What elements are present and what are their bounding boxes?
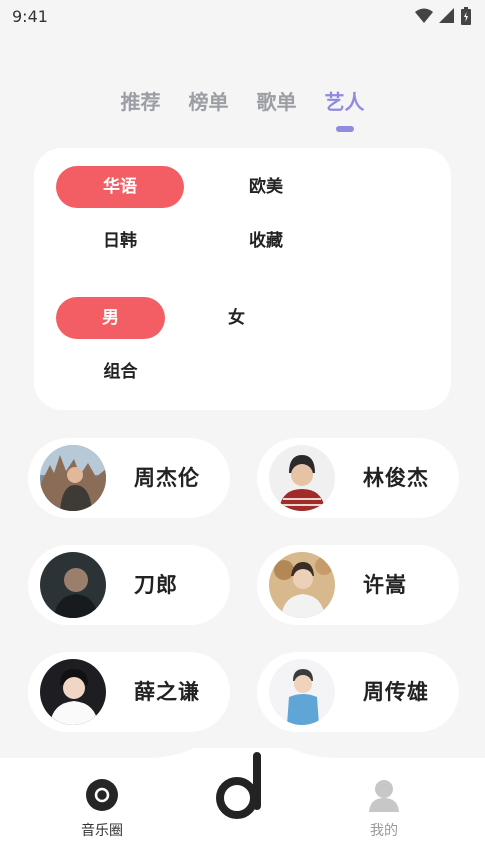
status-icons (415, 7, 471, 25)
artist-card[interactable]: 刀郎 (28, 545, 230, 625)
music-center-button[interactable] (203, 748, 283, 828)
avatar (40, 445, 106, 511)
battery-icon (461, 7, 471, 25)
bottom-nav: 音乐圈 我的 (0, 748, 485, 862)
profile-icon (369, 780, 399, 812)
avatar (269, 552, 335, 618)
tab-active-indicator (335, 126, 354, 132)
status-bar: 9:41 (0, 0, 485, 34)
tab-artists[interactable]: 艺人 (324, 86, 365, 132)
artist-filter-card: 华语 欧美 日韩 收藏 男 女 组合 (34, 148, 451, 410)
artist-name: 刀郎 (134, 573, 178, 597)
artist-name: 薛之谦 (134, 680, 200, 704)
filter-gender-group[interactable]: 组合 (66, 351, 175, 393)
tab-charts[interactable]: 榜单 (189, 86, 229, 115)
artist-name: 许嵩 (363, 573, 407, 597)
filter-gender-male[interactable]: 男 (56, 297, 165, 339)
filter-region-chinese[interactable]: 华语 (56, 166, 184, 208)
tab-recommend[interactable]: 推荐 (121, 86, 161, 115)
disc-icon (86, 779, 118, 811)
avatar (269, 659, 335, 725)
artist-name: 林俊杰 (363, 466, 429, 490)
artist-card[interactable]: 周传雄 (257, 652, 459, 732)
nav-music-circle-label: 音乐圈 (81, 823, 123, 839)
wifi-icon (415, 8, 433, 23)
avatar (40, 659, 106, 725)
top-tabs: 推荐 榜单 歌单 艺人 (0, 86, 485, 132)
tab-artists-label: 艺人 (324, 90, 365, 114)
artist-card[interactable]: 周杰伦 (28, 438, 230, 518)
tab-playlists[interactable]: 歌单 (257, 86, 297, 115)
signal-icon (439, 8, 454, 23)
status-time: 9:41 (12, 7, 48, 26)
filter-region-western[interactable]: 欧美 (202, 166, 330, 208)
music-note-icon (216, 752, 261, 819)
artist-name: 周传雄 (363, 680, 429, 704)
artist-card[interactable]: 林俊杰 (257, 438, 459, 518)
avatar (269, 445, 335, 511)
avatar (40, 552, 106, 618)
nav-music-circle[interactable]: 音乐圈 (62, 778, 142, 840)
nav-mine[interactable]: 我的 (344, 778, 424, 840)
artist-card[interactable]: 薛之谦 (28, 652, 230, 732)
artist-card[interactable]: 许嵩 (257, 545, 459, 625)
filter-region-jpkr[interactable]: 日韩 (56, 220, 184, 262)
filter-region-favorites[interactable]: 收藏 (202, 220, 330, 262)
nav-mine-label: 我的 (370, 823, 398, 839)
artist-name: 周杰伦 (134, 466, 200, 490)
filter-gender-female[interactable]: 女 (182, 297, 291, 339)
